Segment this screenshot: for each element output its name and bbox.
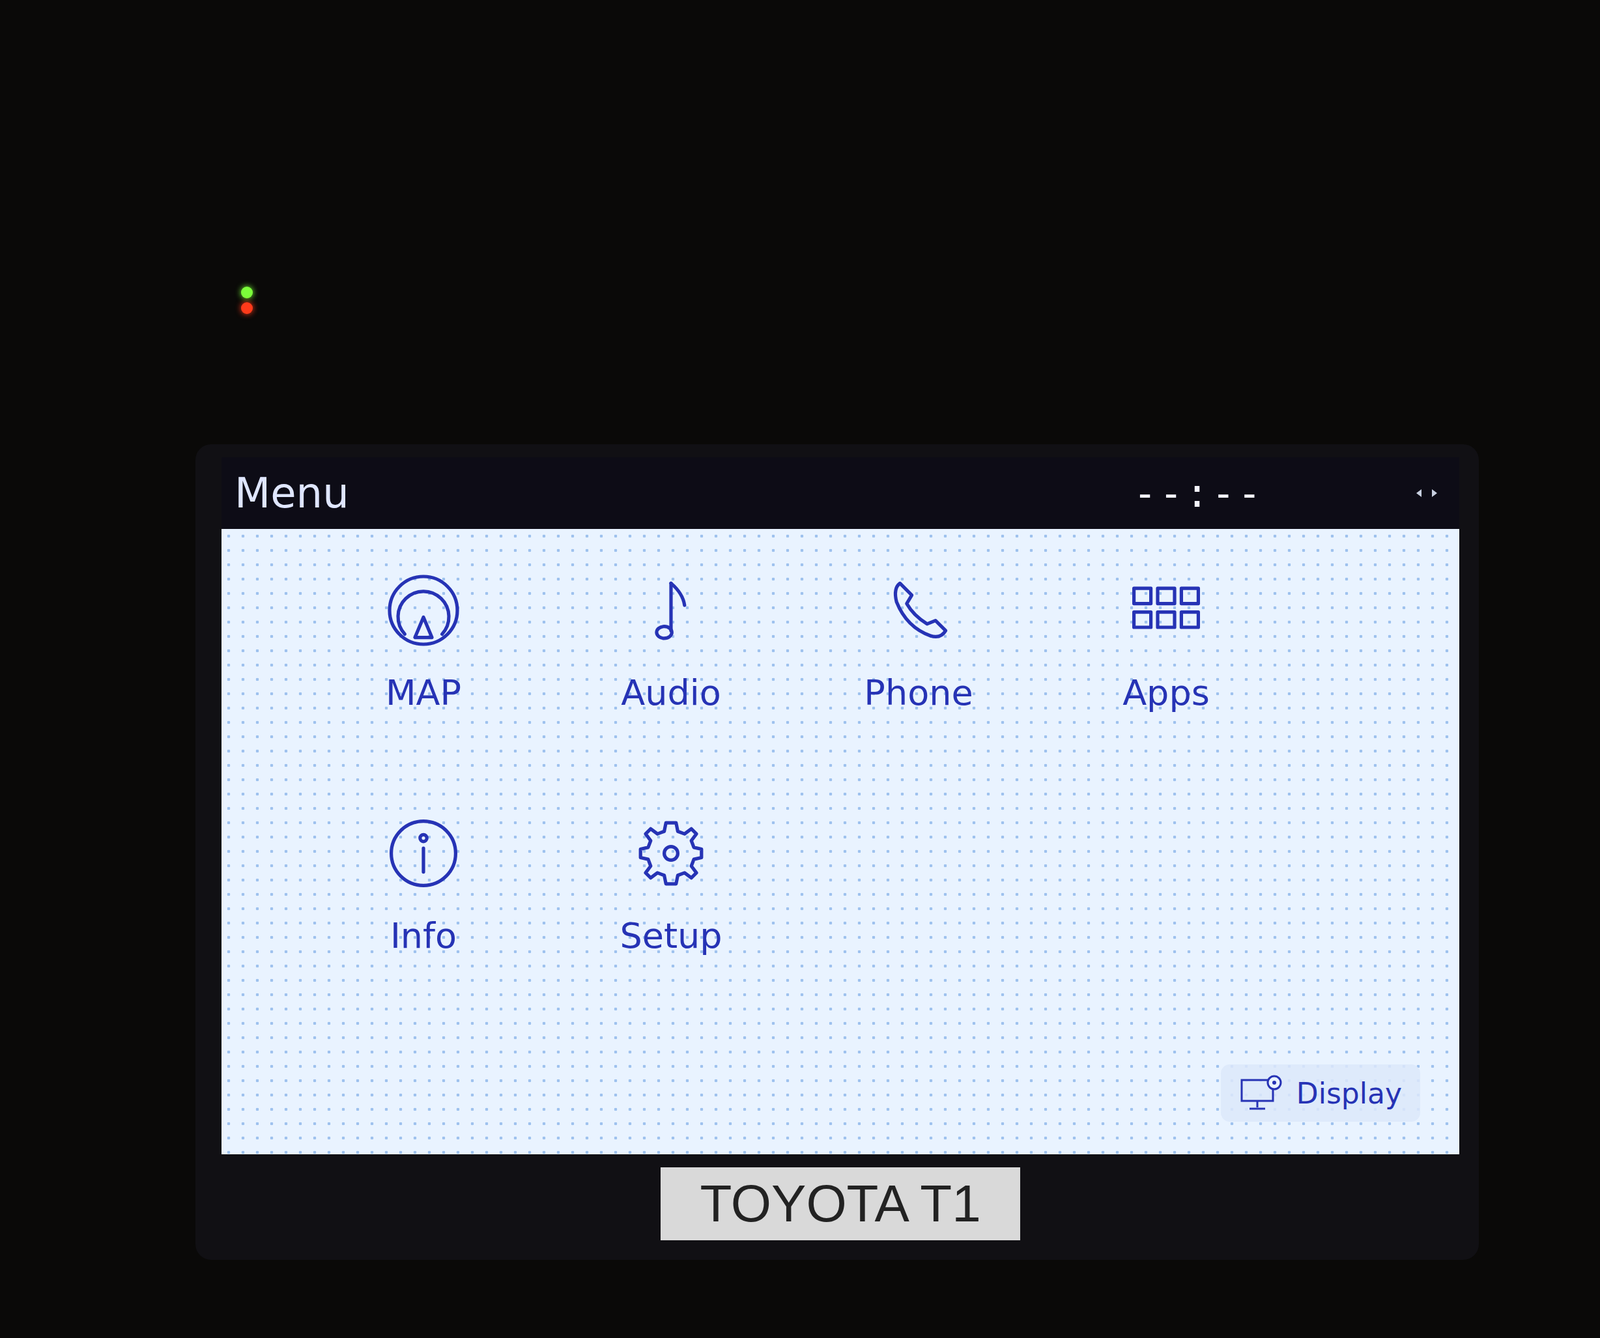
info-icon xyxy=(381,811,466,896)
apps-grid-icon xyxy=(1123,568,1209,653)
status-leds xyxy=(195,286,1600,315)
menu-grid: MAP Audio Phone Apps Info Setup xyxy=(299,568,1434,957)
menu-title: Menu xyxy=(234,469,350,518)
map-icon xyxy=(381,568,466,653)
display-label: Display xyxy=(1296,1076,1402,1111)
status-led xyxy=(241,286,253,299)
head-unit: Menu --:-- MAP Audio Phone Apps Info Setup Displ… xyxy=(195,444,1479,1260)
display-button[interactable]: Display xyxy=(1220,1064,1421,1122)
menu-label: Apps xyxy=(1122,672,1210,714)
menu-label: Info xyxy=(390,915,457,957)
menu-item[interactable]: Info xyxy=(299,811,548,957)
menu-label: Audio xyxy=(620,672,721,714)
menu-item[interactable]: Audio xyxy=(547,568,795,714)
status-led xyxy=(241,302,253,315)
music-note-icon xyxy=(628,568,714,653)
menu-item[interactable]: Phone xyxy=(794,568,1043,714)
menu-screen: MAP Audio Phone Apps Info Setup Display xyxy=(221,528,1460,1155)
display-settings-icon xyxy=(1239,1073,1285,1113)
menu-label: Phone xyxy=(863,672,973,714)
header-bar: Menu --:-- xyxy=(221,457,1460,529)
clock: --:-- xyxy=(1132,470,1264,516)
connection-icon xyxy=(1413,486,1440,500)
device-label: TOYOTA T1 xyxy=(660,1167,1020,1241)
menu-item[interactable]: Setup xyxy=(547,811,795,957)
menu-item[interactable]: MAP xyxy=(299,568,548,714)
menu-item[interactable]: Apps xyxy=(1042,568,1290,714)
menu-label: MAP xyxy=(385,672,462,714)
gear-icon xyxy=(628,811,714,896)
stage: Menu --:-- MAP Audio Phone Apps Info Setup Displ… xyxy=(0,0,1600,1260)
menu-label: Setup xyxy=(619,915,722,957)
phone-icon xyxy=(876,568,961,653)
